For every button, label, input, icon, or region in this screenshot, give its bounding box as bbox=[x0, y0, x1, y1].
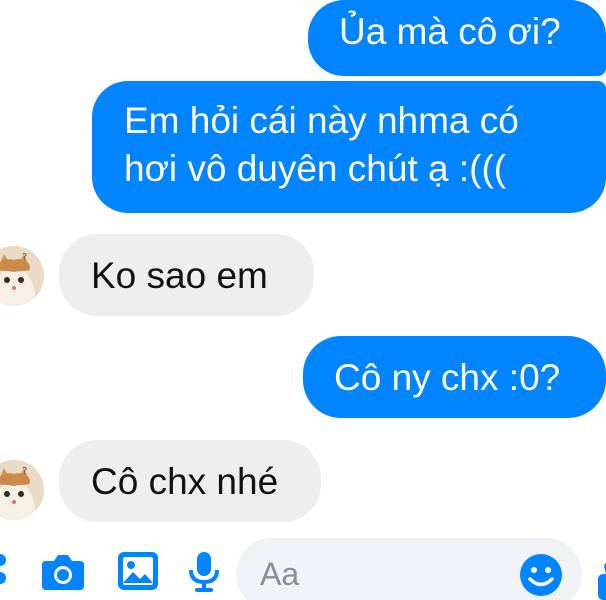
svg-text:?: ? bbox=[22, 466, 27, 477]
message-text: Cô ny chx :0? bbox=[334, 357, 561, 398]
message-input[interactable] bbox=[260, 552, 510, 596]
more-dots-icon[interactable] bbox=[0, 548, 12, 594]
emoji-icon[interactable] bbox=[518, 552, 564, 598]
received-message-bubble[interactable]: Ko sao em bbox=[59, 234, 314, 316]
message-text-line: Em hỏi cái này nhma có bbox=[124, 100, 519, 141]
cat-avatar-image: ? bbox=[0, 246, 44, 306]
sent-message-bubble[interactable]: Ủa mà cô ơi? bbox=[308, 0, 606, 76]
sent-message-bubble[interactable]: Em hỏi cái này nhma có hơi vô duyên chút… bbox=[92, 81, 606, 213]
sent-message-bubble[interactable]: Cô ny chx :0? bbox=[303, 336, 606, 418]
contact-avatar[interactable]: ? bbox=[0, 246, 44, 306]
message-text: Ủa mà cô ơi? bbox=[339, 11, 561, 52]
received-message-bubble[interactable]: Cô chx nhé bbox=[59, 440, 321, 522]
image-icon[interactable] bbox=[116, 548, 162, 594]
chat-screen: Ủa mà cô ơi? Em hỏi cái này nhma có hơi … bbox=[0, 0, 606, 600]
camera-icon[interactable] bbox=[40, 548, 86, 594]
message-text-line: hơi vô duyên chút ạ :((( bbox=[124, 148, 507, 189]
message-composer[interactable] bbox=[236, 538, 582, 600]
microphone-icon[interactable] bbox=[184, 548, 224, 594]
message-text: Cô chx nhé bbox=[91, 461, 279, 502]
like-icon[interactable] bbox=[594, 560, 606, 600]
contact-avatar[interactable]: ? bbox=[0, 460, 44, 520]
cat-avatar-image: ? bbox=[0, 460, 44, 520]
svg-text:?: ? bbox=[22, 252, 27, 263]
message-text: Ko sao em bbox=[91, 255, 268, 296]
